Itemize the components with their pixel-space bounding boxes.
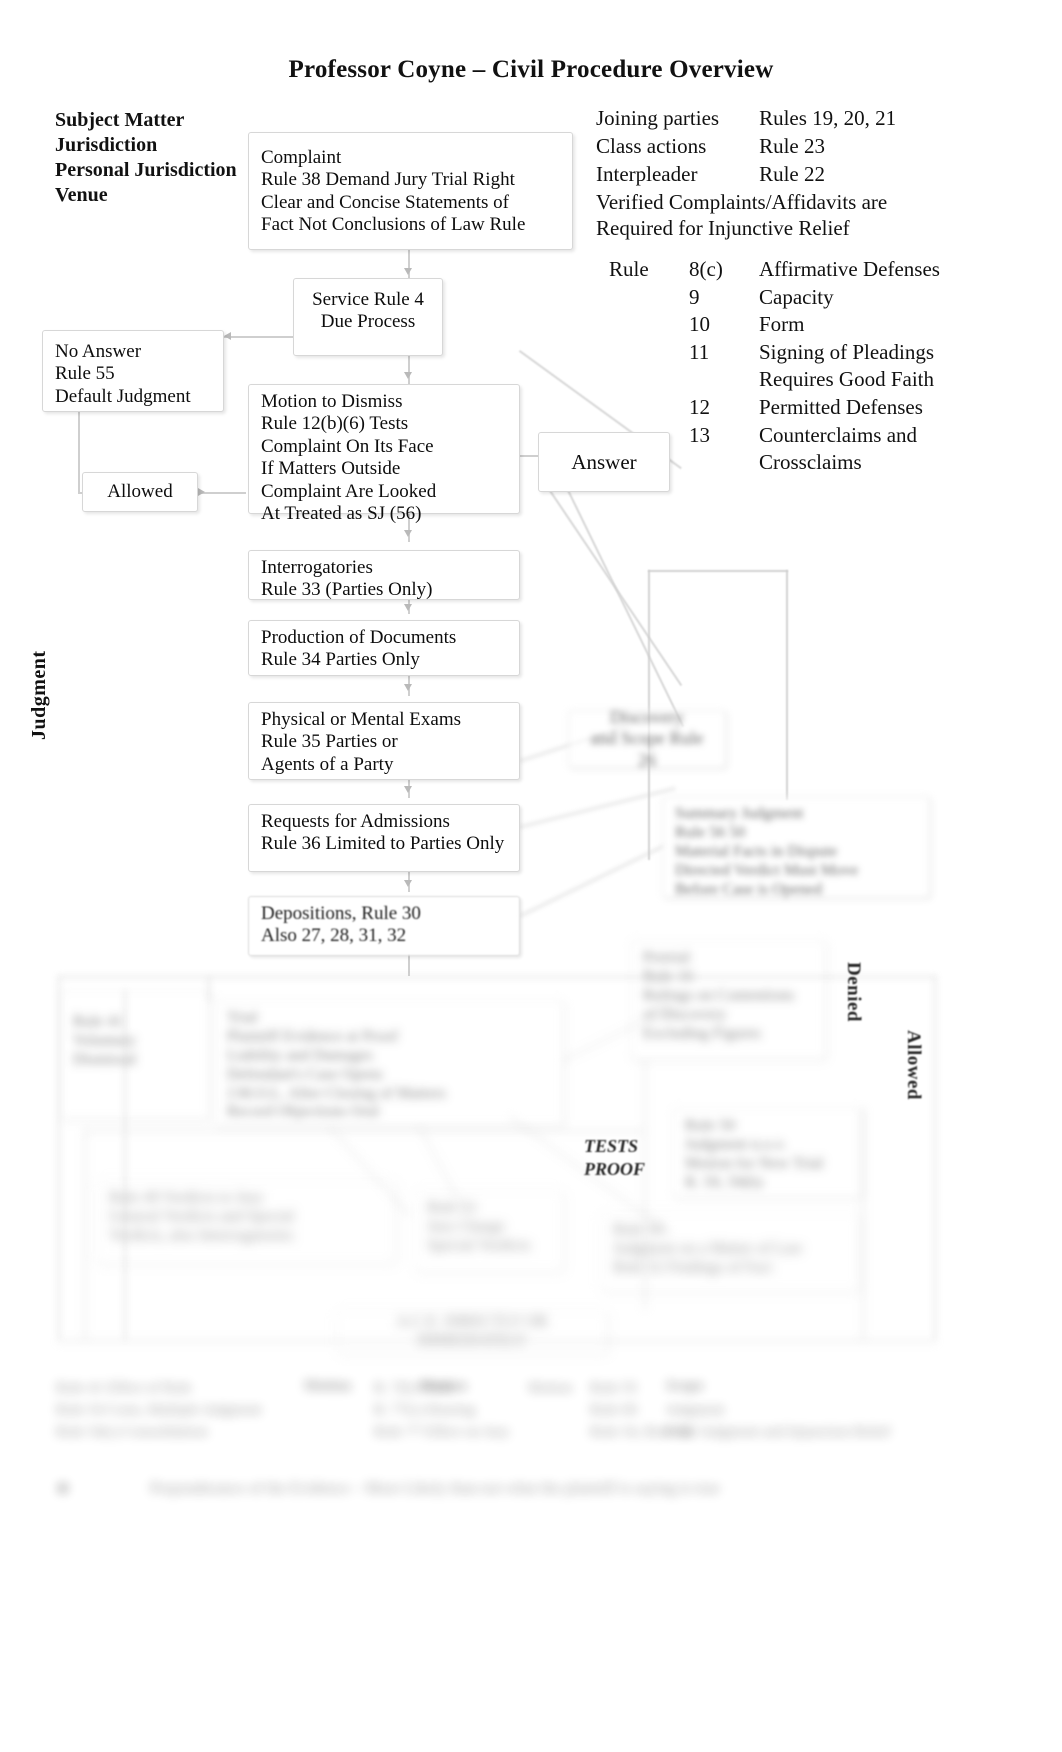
footer-column-2-label: Motion <box>304 1378 351 1394</box>
node-production-of-documents[interactable]: Production of Documents Rule 34 Parties … <box>248 620 520 676</box>
footer-note-marker: ■ <box>58 1480 68 1497</box>
rules-spacer <box>609 395 671 421</box>
jurisdiction-header: Subject Matter Jurisdiction Personal Jur… <box>55 109 237 206</box>
arrow-production-exams <box>404 684 412 691</box>
rail-bottom-inner-left-2 <box>84 1130 86 1340</box>
joining-parties-rules: Rules 19, 20, 21 <box>759 106 897 130</box>
connector-noanswer-allowed <box>78 412 80 492</box>
rail-trial-feed <box>208 976 210 1002</box>
footer-column-3-label: Motion <box>420 1378 467 1394</box>
node-answer[interactable]: Answer <box>538 432 670 492</box>
diagonal-answer-discovery-b <box>566 488 685 728</box>
rule-description: Crossclaims <box>759 450 862 475</box>
arrow-noanswer <box>224 332 231 340</box>
joining-parties-label: Joining parties <box>596 106 720 130</box>
node-motion-to-dismiss[interactable]: Motion to Dismiss Rule 12(b)(6) Tests Co… <box>248 384 520 524</box>
node-interrogatories[interactable]: Interrogatories Rule 33 (Parties Only) <box>248 550 520 600</box>
node-summary-judgment[interactable]: Summary Judgment Rule 56 50 Material Fac… <box>662 796 930 898</box>
rule-description: Counterclaims and <box>759 422 918 447</box>
rail-bottom-top <box>58 976 936 978</box>
node-voluntary-dismissal[interactable]: Rule 41 Voluntary Dismissal <box>60 990 210 1120</box>
rule-number: 10 <box>689 312 710 337</box>
interpleader-label: Interpleader <box>596 162 698 187</box>
node-physical-mental-exams[interactable]: Physical or Mental Exams Rule 35 Parties… <box>248 702 520 780</box>
rule-number: 13 <box>689 422 710 447</box>
node-allowed[interactable]: Allowed <box>82 472 198 512</box>
rule-number: 12 <box>689 395 710 420</box>
rail-bottom-left <box>58 976 60 1340</box>
rules-spacer <box>609 340 671 366</box>
footer-column-3-motion-label: Motion <box>528 1380 573 1396</box>
rail-right-lower <box>644 1060 646 1310</box>
footer-column-4-label: Scope <box>666 1378 704 1394</box>
diagonal-admissions-sj <box>520 787 676 828</box>
vertical-label-judgment: Judgment <box>28 650 50 740</box>
interpleader-rules: Rule 22 <box>759 162 825 187</box>
rules-spacer <box>609 367 671 393</box>
node-discovery-scope[interactable]: Discovery and Scope Rule 26 <box>568 707 726 770</box>
arrow-admissions-depositions <box>404 880 412 887</box>
arrow-exams-admissions <box>404 786 412 793</box>
page-title: Professor Coyne – Civil Procedure Overvi… <box>288 56 774 83</box>
node-pretrial[interactable]: Pretrial Rule 16 Rulings on Contentions … <box>630 940 826 1060</box>
diagonal-depositions-sj <box>520 844 665 917</box>
connector-depositions-down <box>408 954 410 976</box>
connector-service-motion <box>408 356 410 386</box>
node-no-answer[interactable]: No Answer Rule 55 Default Judgment <box>42 330 224 412</box>
rail-bottom-bottom <box>58 1340 936 1342</box>
node-depositions[interactable]: Depositions, Rule 30 Also 27, 28, 31, 32 <box>248 896 520 956</box>
tests-proof-label: TESTS PROOF <box>584 1136 646 1180</box>
vertical-label-allowed: Allowed <box>903 1030 924 1100</box>
rules-spacer <box>609 312 671 338</box>
vertical-label-denied: Denied <box>843 962 864 1022</box>
arrow-service-motion <box>404 372 412 379</box>
node-final-order[interactable]: A.C.E. DIRECTLY OR IMMEDIATELY <box>336 1310 608 1354</box>
rail-far-right-lower <box>862 1108 864 1340</box>
rail-bottom-right <box>934 976 936 1340</box>
joining-parties-list: Joining parties Rules 19, 20, 21 Class a… <box>596 105 896 241</box>
arrow-interrog-production <box>404 604 412 611</box>
arrow-complaint-service <box>404 268 412 275</box>
node-rule-51[interactable]: Rule 51 Jury Charge Special Verdicts <box>414 1190 564 1272</box>
rule-description: Affirmative Defenses <box>759 257 940 281</box>
arrow-allowed <box>198 488 205 496</box>
rule-number <box>689 367 741 393</box>
footer-column-1: Rule 41 Effect of Rule Rule 54 Costs, Mu… <box>56 1380 262 1440</box>
rule-number <box>689 450 741 476</box>
rules-label: Rule <box>609 257 649 281</box>
footer-note: Preponderance of the Evidence – More Lik… <box>150 1480 720 1497</box>
rule-description: Permitted Defenses <box>759 395 923 420</box>
rule-description: Form <box>759 312 805 337</box>
rail-mid-horizontal <box>84 1130 644 1132</box>
node-trial[interactable]: Trial Plaintiff Evidence at Proof Liabil… <box>214 1000 564 1126</box>
node-rule-49[interactable]: Rule 49 Verdicts to Jury General Verdict… <box>96 1180 396 1264</box>
node-jnov[interactable]: Rule 50 Judgment n.o.v. Motion for New T… <box>672 1108 862 1198</box>
rule-number: 9 <box>689 284 700 309</box>
class-actions-label: Class actions <box>596 134 707 159</box>
class-actions-rules: Rule 23 <box>759 134 825 159</box>
rail-right-sj <box>786 570 788 800</box>
rule-description: Requires Good Faith <box>759 367 934 392</box>
rule-number: 11 <box>689 339 710 364</box>
rule-description: Signing of Pleadings <box>759 339 935 364</box>
verified-complaints-note: Verified Complaints/Affidavits are Requi… <box>596 190 888 241</box>
rule-description: Capacity <box>759 284 834 309</box>
rules-spacer <box>609 285 671 311</box>
rail-bottom-inner-left <box>124 990 126 1340</box>
node-service-rule-4[interactable]: Service Rule 4 Due Process <box>293 278 443 356</box>
node-rule-58[interactable]: Rule 58 Judgment on a Matter of Law Rule… <box>600 1212 860 1292</box>
node-complaint[interactable]: Complaint Rule 38 Demand Jury Trial Righ… <box>248 132 573 250</box>
arrow-motion-interrog <box>404 530 412 537</box>
rule-number: 8(c) <box>689 257 723 281</box>
footer-column-4: Judgment Final Judgment and Injunction R… <box>666 1402 891 1440</box>
rail-right-discovery-top <box>648 570 788 572</box>
node-requests-for-admissions[interactable]: Requests for Admissions Rule 36 Limited … <box>248 804 520 872</box>
